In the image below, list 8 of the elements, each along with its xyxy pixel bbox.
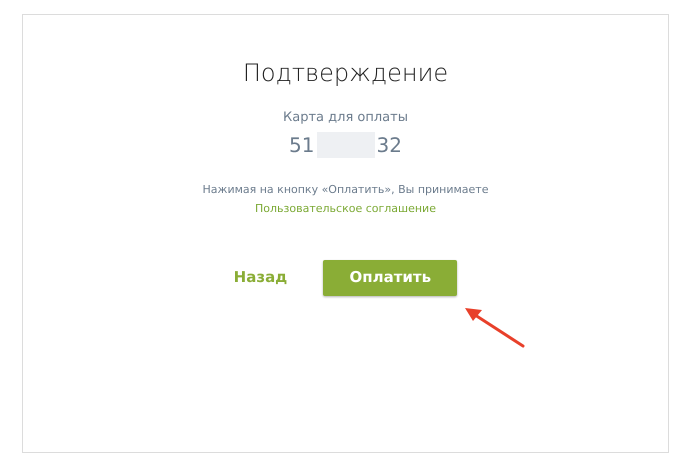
- page-title: Подтверждение: [242, 58, 448, 89]
- back-link[interactable]: Назад: [234, 266, 288, 289]
- agreement-text: Нажимая на кнопку «Оплатить», Вы принимаете: [202, 182, 488, 198]
- agreement-link[interactable]: Пользовательское соглашение: [255, 201, 436, 218]
- card-label: Карта для оплаты: [283, 109, 408, 127]
- card-number: 32: [376, 132, 402, 158]
- pay-button[interactable]: Оплатить: [323, 260, 458, 296]
- card-number: 51: [289, 132, 314, 158]
